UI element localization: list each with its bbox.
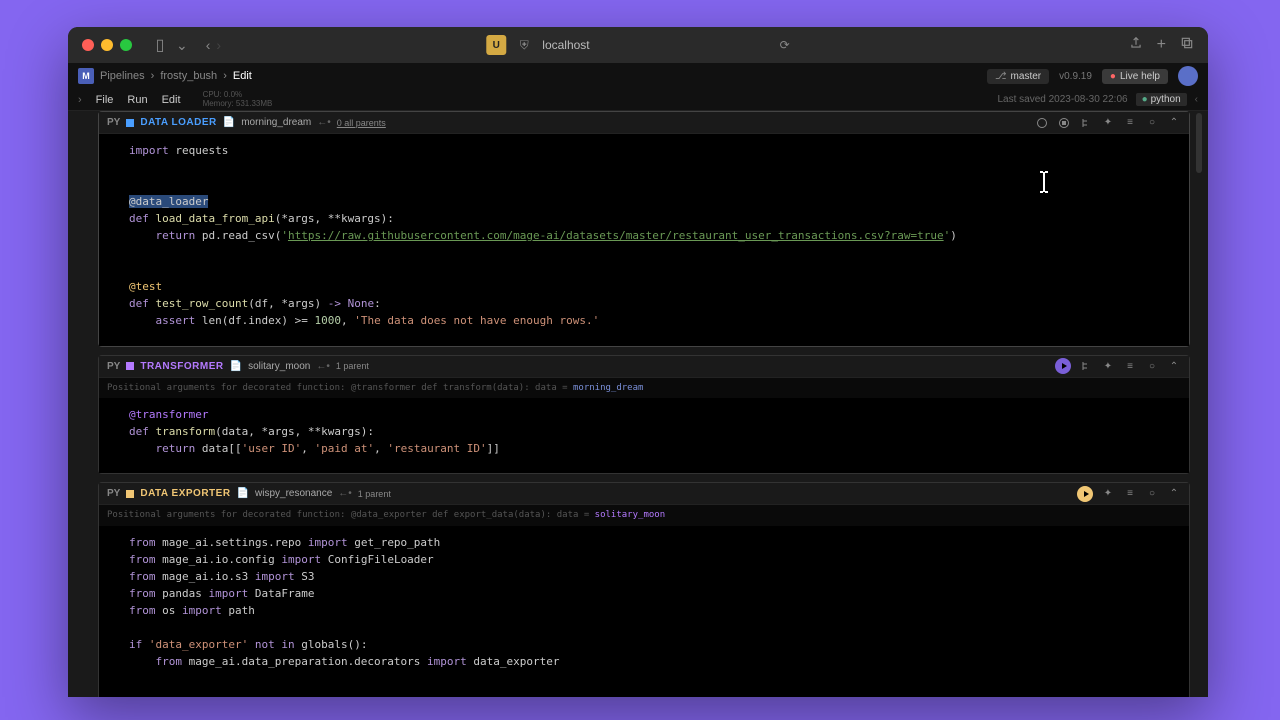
breadcrumb-pipeline-name[interactable]: frosty_bush [160, 70, 217, 82]
file-icon: 📄 [237, 488, 249, 499]
more-icon[interactable]: ○ [1145, 359, 1159, 373]
breadcrumb-edit: Edit [233, 70, 252, 82]
collapse-icon[interactable]: ⌃ [1167, 359, 1181, 373]
traffic-lights [82, 39, 132, 51]
kernel-pill[interactable]: ●python [1136, 93, 1187, 106]
menu-file[interactable]: File [96, 94, 114, 106]
block-color-icon [126, 119, 134, 127]
parents-count[interactable]: 1 parent [336, 361, 369, 371]
parents-count[interactable]: 1 parent [358, 489, 391, 499]
branch-pill[interactable]: ⎇master [987, 69, 1049, 84]
sparkle-icon[interactable]: ✦ [1101, 487, 1115, 501]
tree-icon[interactable] [1079, 359, 1093, 373]
file-icon: 📄 [223, 117, 235, 128]
code-editor[interactable]: import requests @data_loader def load_da… [99, 134, 1189, 346]
more-icon[interactable]: ○ [1145, 116, 1159, 130]
new-tab-icon[interactable]: + [1157, 36, 1166, 54]
menubar: › File Run Edit CPU: 0.0% Memory: 531.33… [68, 89, 1208, 111]
block-meta: Positional arguments for decorated funct… [99, 378, 1189, 399]
block-data-loader[interactable]: PY DATA LOADER 📄 morning_dream ←• 0 all … [98, 111, 1190, 347]
collapse-icon[interactable]: ⌃ [1167, 116, 1181, 130]
forward-button: › [216, 37, 221, 53]
block-transformer[interactable]: PY TRANSFORMER 📄 solitary_moon ←• 1 pare… [98, 355, 1190, 475]
block-lang: PY [107, 117, 120, 128]
sparkle-icon[interactable]: ✦ [1101, 359, 1115, 373]
titlebar: ▯ ⌄ ‹ › U ⛨ localhost ⟳ + [68, 27, 1208, 63]
block-color-icon [126, 362, 134, 370]
last-saved: Last saved 2023-08-30 22:06 [997, 94, 1127, 105]
back-button[interactable]: ‹ [206, 37, 211, 53]
avatar[interactable] [1178, 66, 1198, 86]
maximize-window[interactable] [120, 39, 132, 51]
block-name[interactable]: solitary_moon [248, 361, 310, 372]
minimize-window[interactable] [101, 39, 113, 51]
block-name[interactable]: morning_dream [241, 117, 311, 128]
block-meta: Positional arguments for decorated funct… [99, 505, 1189, 526]
block-type: DATA LOADER [140, 117, 216, 128]
parent-arrow-icon: ←• [316, 361, 330, 372]
privacy-icon[interactable]: ⛨ [516, 37, 532, 53]
block-header: PY DATA LOADER 📄 morning_dream ←• 0 all … [99, 112, 1189, 134]
chevron-down-icon: ⌄ [176, 37, 188, 54]
run-button[interactable] [1077, 486, 1093, 502]
collapse-icon[interactable]: ⌃ [1167, 487, 1181, 501]
breadcrumb-pipelines[interactable]: Pipelines [100, 70, 145, 82]
block-lang: PY [107, 488, 120, 499]
editor-content: PY DATA LOADER 📄 morning_dream ←• 0 all … [68, 111, 1208, 697]
block-type: TRANSFORMER [140, 361, 223, 372]
block-header: PY DATA EXPORTER 📄 wispy_resonance ←• 1 … [99, 483, 1189, 505]
sidebar-icon: ▯ [150, 37, 170, 53]
run-button[interactable] [1055, 358, 1071, 374]
version-label: v0.9.19 [1059, 71, 1092, 82]
panel-toggle-icon[interactable]: ‹ [1195, 94, 1198, 105]
block-color-icon [126, 490, 134, 498]
app-logo[interactable]: M [78, 68, 94, 84]
live-help-button[interactable]: ●Live help [1102, 69, 1168, 84]
block-header: PY TRANSFORMER 📄 solitary_moon ←• 1 pare… [99, 356, 1189, 378]
menu-edit[interactable]: Edit [162, 94, 181, 106]
resource-info: CPU: 0.0% Memory: 531.33MB [203, 91, 273, 109]
menu-run[interactable]: Run [127, 94, 147, 106]
menu-icon[interactable]: ≡ [1123, 487, 1137, 501]
block-name[interactable]: wispy_resonance [255, 488, 332, 499]
share-icon[interactable] [1129, 36, 1143, 55]
more-icon[interactable]: ○ [1145, 487, 1159, 501]
tree-icon[interactable] [1079, 116, 1093, 130]
scrollbar[interactable] [1196, 113, 1202, 173]
block-type: DATA EXPORTER [140, 488, 230, 499]
parent-arrow-icon: ←• [317, 117, 331, 128]
sparkle-icon[interactable]: ✦ [1101, 116, 1115, 130]
file-icon: 📄 [230, 361, 242, 372]
browser-window: ▯ ⌄ ‹ › U ⛨ localhost ⟳ + M Pipelines › … [68, 27, 1208, 697]
menu-icon[interactable]: ≡ [1123, 116, 1137, 130]
parent-arrow-icon: ←• [338, 488, 352, 499]
code-editor[interactable]: @transformer def transform(data, *args, … [99, 398, 1189, 473]
reload-icon[interactable]: ⟳ [780, 38, 790, 52]
parents-link[interactable]: 0 all parents [337, 118, 386, 128]
tabs-icon[interactable] [1180, 36, 1194, 55]
code-editor[interactable]: from mage_ai.settings.repo import get_re… [99, 526, 1189, 697]
url-text[interactable]: localhost [542, 38, 589, 52]
block-data-exporter[interactable]: PY DATA EXPORTER 📄 wispy_resonance ←• 1 … [98, 482, 1190, 697]
circle-icon[interactable] [1035, 116, 1049, 130]
app-header: M Pipelines › frosty_bush › Edit ⎇master… [68, 63, 1208, 89]
tab-badge: U [486, 35, 506, 55]
menu-icon[interactable]: ≡ [1123, 359, 1137, 373]
sidebar-toggle-group[interactable]: ▯ ⌄ [150, 37, 188, 54]
block-lang: PY [107, 361, 120, 372]
close-window[interactable] [82, 39, 94, 51]
stop-icon[interactable] [1057, 116, 1071, 130]
sidebar-expand-icon[interactable]: › [78, 94, 82, 106]
